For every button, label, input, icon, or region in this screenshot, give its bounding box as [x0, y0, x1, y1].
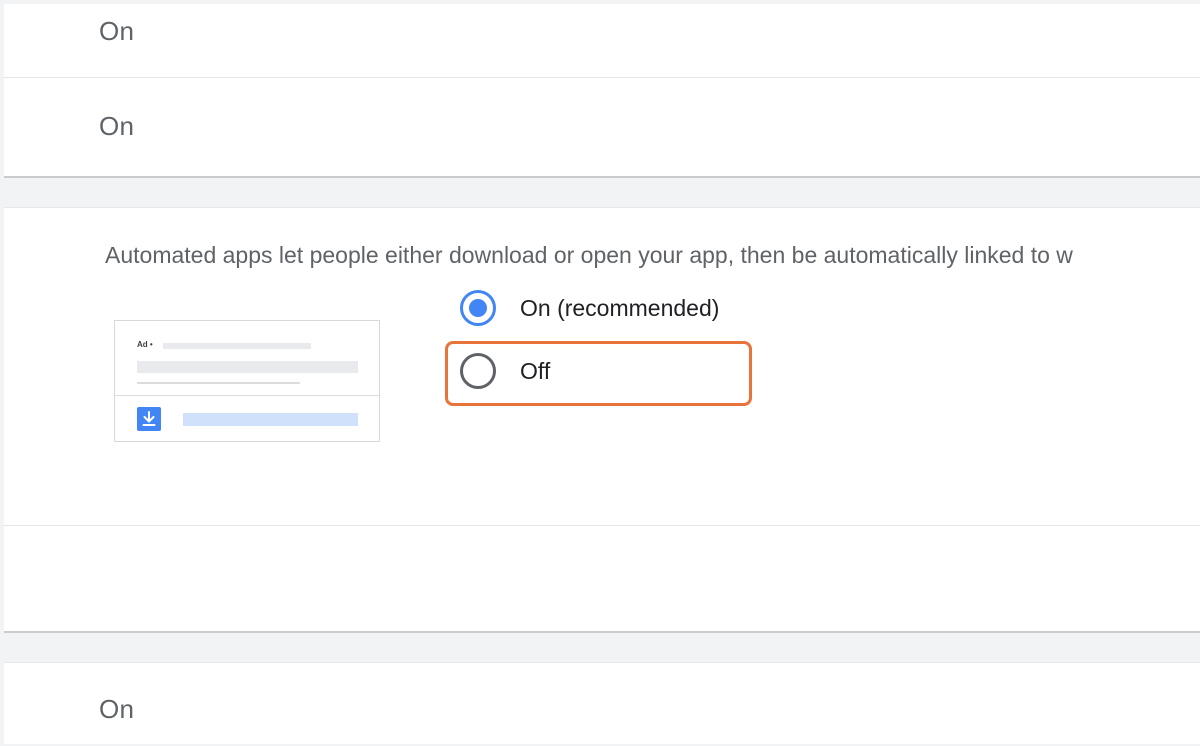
preview-divider: [115, 395, 379, 396]
ad-preview-illustration: Ad •: [114, 320, 380, 442]
ad-label: Ad •: [137, 340, 153, 349]
section-divider: [4, 525, 1200, 526]
settings-card-bottom: On: [4, 662, 1200, 744]
preview-text-line: [137, 361, 358, 373]
radio-button-checked-icon[interactable]: [460, 290, 496, 326]
radio-label-off: Off: [520, 357, 551, 384]
automated-apps-card: Automated apps let people either downloa…: [4, 207, 1200, 633]
preview-cta-line: [183, 413, 358, 426]
download-icon: [137, 407, 161, 431]
preview-url-line: [137, 382, 300, 384]
radio-button-unchecked-icon[interactable]: [460, 353, 496, 389]
automated-apps-description: Automated apps let people either downloa…: [105, 242, 1073, 268]
setting-value-2[interactable]: On: [99, 111, 134, 142]
radio-option-off[interactable]: Off: [460, 353, 550, 389]
radio-label-on: On (recommended): [520, 294, 720, 321]
setting-value-1[interactable]: On: [99, 16, 134, 47]
row-divider: [4, 77, 1200, 78]
settings-card-top: On On: [4, 4, 1200, 178]
setting-value-3[interactable]: On: [99, 694, 134, 725]
preview-headline-line: [163, 343, 311, 349]
radio-option-on-recommended[interactable]: On (recommended): [460, 290, 719, 326]
